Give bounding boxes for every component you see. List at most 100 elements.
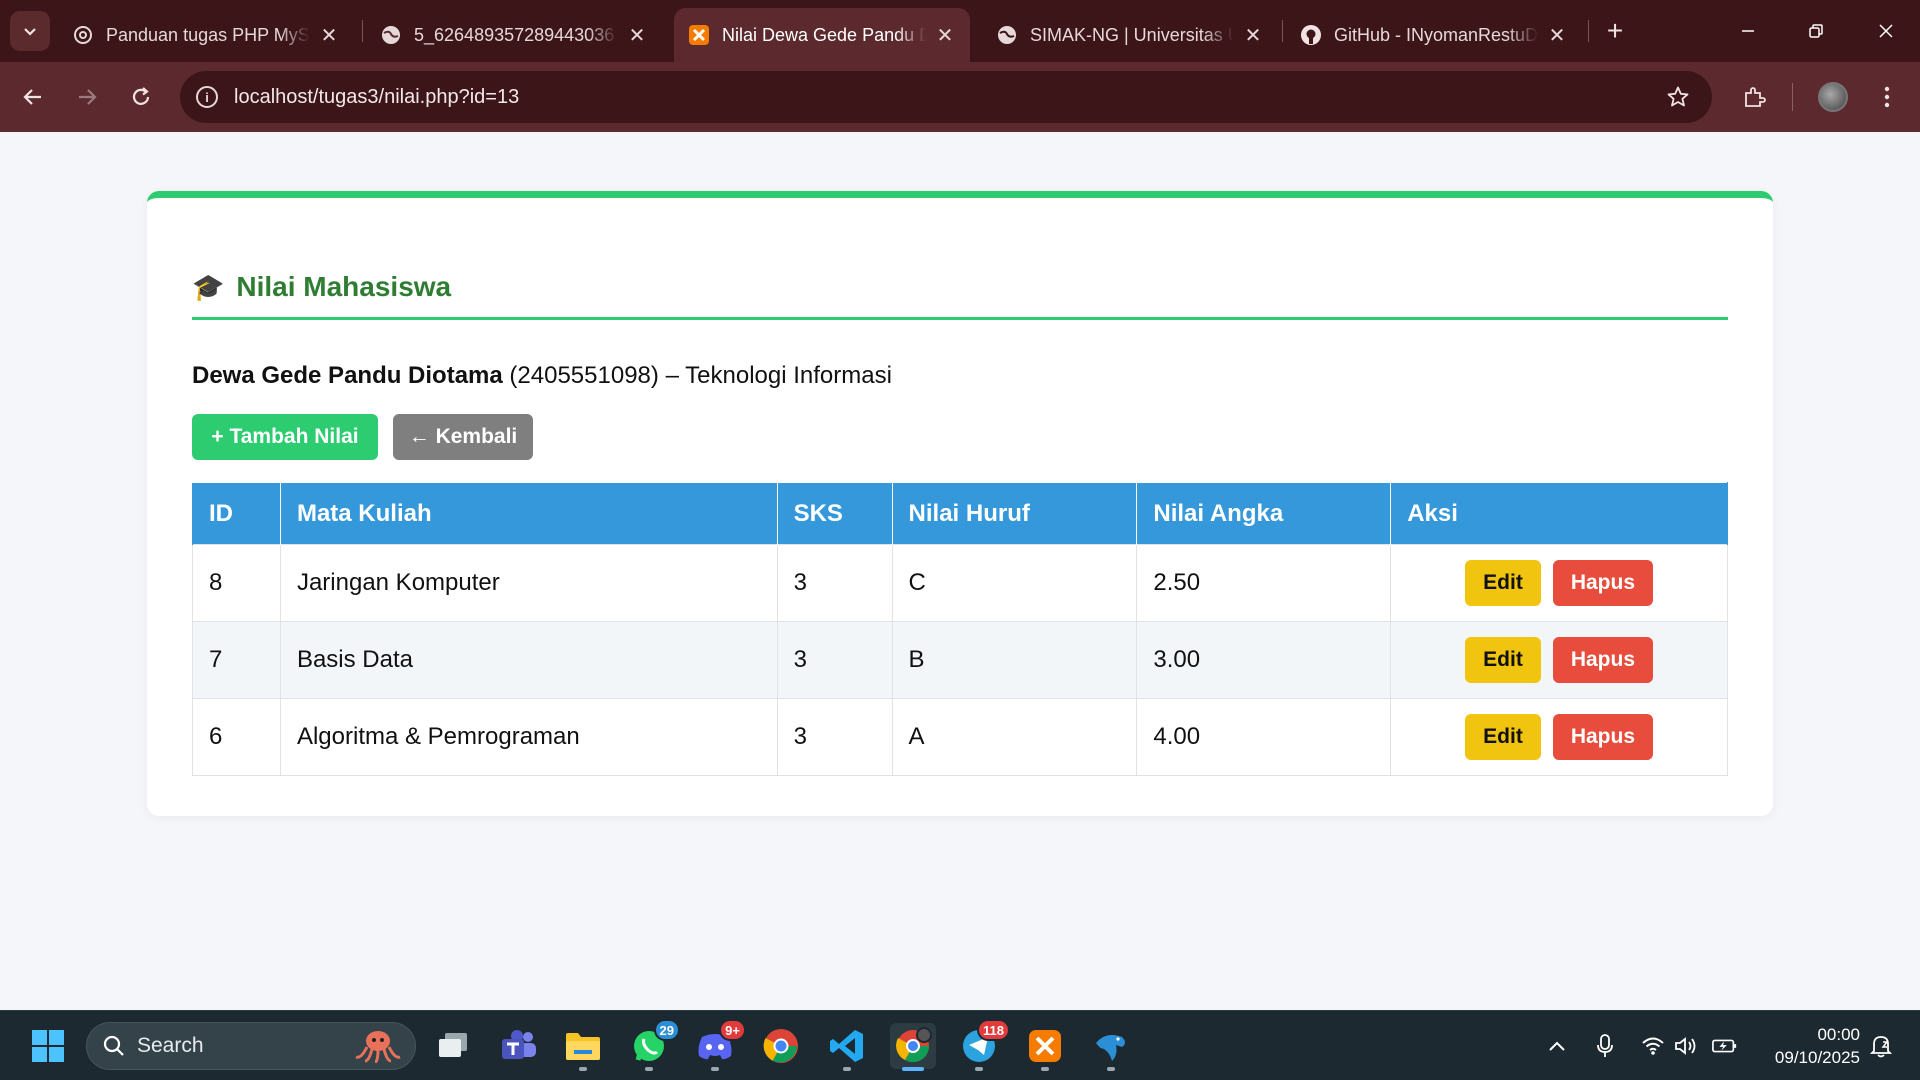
cell-sks: 3 [776, 698, 893, 776]
restore-icon [1809, 24, 1823, 38]
chevron-up-icon [1549, 1041, 1565, 1051]
close-window-button[interactable] [1853, 0, 1919, 62]
task-view-icon [439, 1033, 467, 1057]
running-indicator [1041, 1067, 1049, 1071]
url-text[interactable]: localhost/tugas3/nilai.php?id=13 [234, 86, 1658, 109]
cell-nilai-angka: 2.50 [1136, 544, 1392, 622]
cell-sks: 3 [776, 621, 893, 699]
start-button[interactable] [25, 1023, 71, 1069]
column-header-id: ID [192, 482, 281, 545]
discord-app[interactable]: 9+ [692, 1019, 746, 1071]
tab-search-button[interactable] [10, 11, 50, 51]
restore-button[interactable] [1783, 0, 1849, 62]
extensions-button[interactable] [1735, 78, 1773, 116]
teams-app[interactable] [496, 1023, 542, 1069]
browser-tab[interactable]: SIMAK-NG | Universitas Udayana ✕ [982, 8, 1278, 62]
cell-aksi: Edit Hapus [1390, 621, 1728, 699]
edit-button[interactable]: Edit [1465, 560, 1541, 606]
edit-button[interactable]: Edit [1465, 637, 1541, 683]
table-row: 8 Jaringan Komputer 3 C 2.50 Edit Hapus [192, 544, 1728, 622]
student-program: – Teknologi Informasi [665, 362, 892, 389]
close-icon[interactable]: ✕ [626, 24, 648, 47]
student-name: Dewa Gede Pandu Diotama [192, 362, 503, 389]
task-view-button[interactable] [430, 1023, 476, 1069]
address-bar[interactable]: i localhost/tugas3/nilai.php?id=13 [180, 71, 1712, 123]
microphone-button[interactable] [1592, 1033, 1618, 1059]
notifications-button[interactable] [1868, 1033, 1894, 1059]
back-link-button[interactable]: ← Kembali [393, 414, 533, 460]
avatar [1818, 82, 1848, 112]
site-info-icon[interactable]: i [196, 86, 218, 108]
taskbar-search[interactable]: Search [86, 1022, 416, 1070]
clock-date: 09/10/2025 [1774, 1048, 1860, 1067]
bookmark-star-icon[interactable] [1658, 77, 1698, 117]
chrome-profile-app-active[interactable] [890, 1023, 936, 1071]
xampp-icon [688, 24, 710, 46]
telegram-app[interactable]: 118 [956, 1019, 1010, 1071]
page-viewport: 🎓 Nilai Mahasiswa Dewa Gede Pandu Diotam… [0, 132, 1920, 1010]
forward-button[interactable] [68, 78, 106, 116]
search-icon [103, 1035, 124, 1056]
profile-button[interactable] [1814, 78, 1852, 116]
running-indicator [902, 1067, 924, 1071]
running-indicator [843, 1067, 851, 1071]
tab-divider [362, 20, 363, 42]
edit-button[interactable]: Edit [1465, 714, 1541, 760]
delete-button[interactable]: Hapus [1552, 637, 1654, 683]
add-grade-button[interactable]: + Tambah Nilai [192, 414, 378, 460]
back-button[interactable] [14, 78, 52, 116]
cell-nilai-angka: 3.00 [1136, 621, 1392, 699]
browser-menu-button[interactable] [1868, 78, 1906, 116]
reload-button[interactable] [122, 78, 160, 116]
chrome-app[interactable] [758, 1023, 804, 1069]
cell-mata-kuliah: Basis Data [279, 621, 778, 699]
tab-title: GitHub - INyomanRestuDewangga [1334, 24, 1538, 45]
arrow-right-icon [79, 89, 97, 105]
browser-tab[interactable]: GitHub - INyomanRestuDewangga ✕ [1286, 8, 1582, 62]
xampp-app[interactable] [1022, 1023, 1068, 1071]
minimize-button[interactable] [1715, 0, 1781, 62]
browser-tab[interactable]: 5_626489357289443036 ✕ [366, 8, 662, 62]
grades-card: 🎓 Nilai Mahasiswa Dewa Gede Pandu Diotam… [147, 191, 1773, 816]
xampp-icon [1029, 1030, 1061, 1062]
table-header-row: ID Mata Kuliah SKS Nilai Huruf Nilai Ang… [192, 482, 1728, 545]
search-label: Search [137, 1034, 204, 1057]
new-tab-button[interactable]: + [1598, 14, 1632, 48]
close-icon [1879, 24, 1893, 38]
taskbar-clock[interactable]: 00:00 09/10/2025 [1760, 1023, 1860, 1069]
delete-button[interactable]: Hapus [1552, 714, 1654, 760]
teams-icon [502, 1030, 536, 1059]
windows-logo-icon [32, 1030, 64, 1062]
show-hidden-icons-button[interactable] [1544, 1033, 1570, 1059]
column-header-sks: SKS [776, 482, 893, 545]
notification-badge: 118 [977, 1019, 1010, 1041]
browser-toolbar: i localhost/tugas3/nilai.php?id=13 [0, 62, 1920, 132]
close-icon[interactable]: ✕ [1242, 24, 1264, 47]
browser-tab-bar: Panduan tugas PHP MySQL ✕ 5_626489357289… [0, 0, 1920, 62]
page-title: Nilai Mahasiswa [236, 271, 452, 302]
file-explorer-app[interactable] [560, 1023, 606, 1071]
cell-id: 7 [192, 621, 281, 699]
browser-tab-active[interactable]: Nilai Dewa Gede Pandu Diotama ✕ [674, 8, 970, 62]
browser-tab[interactable]: Panduan tugas PHP MySQL ✕ [58, 8, 354, 62]
chrome-profile-icon [896, 1027, 932, 1063]
vscode-app[interactable] [824, 1023, 870, 1071]
wifi-button[interactable] [1640, 1033, 1666, 1059]
folder-icon [566, 1033, 600, 1060]
card-header: 🎓 Nilai Mahasiswa [192, 270, 1728, 320]
tab-divider [1282, 20, 1283, 42]
minimize-icon [1742, 30, 1754, 32]
reload-icon [132, 87, 150, 105]
column-header-mata-kuliah: Mata Kuliah [279, 482, 778, 545]
whatsapp-app[interactable]: 29 [626, 1019, 680, 1071]
delete-button[interactable]: Hapus [1552, 560, 1654, 606]
battery-button[interactable] [1712, 1033, 1738, 1059]
dolphin-app[interactable] [1088, 1023, 1134, 1071]
wifi-icon [1642, 1037, 1664, 1055]
running-indicator [1107, 1067, 1115, 1071]
chevron-down-icon [24, 28, 36, 36]
close-icon[interactable]: ✕ [1546, 24, 1568, 47]
close-icon[interactable]: ✕ [934, 24, 956, 47]
close-icon[interactable]: ✕ [318, 24, 340, 47]
volume-button[interactable] [1673, 1033, 1699, 1059]
